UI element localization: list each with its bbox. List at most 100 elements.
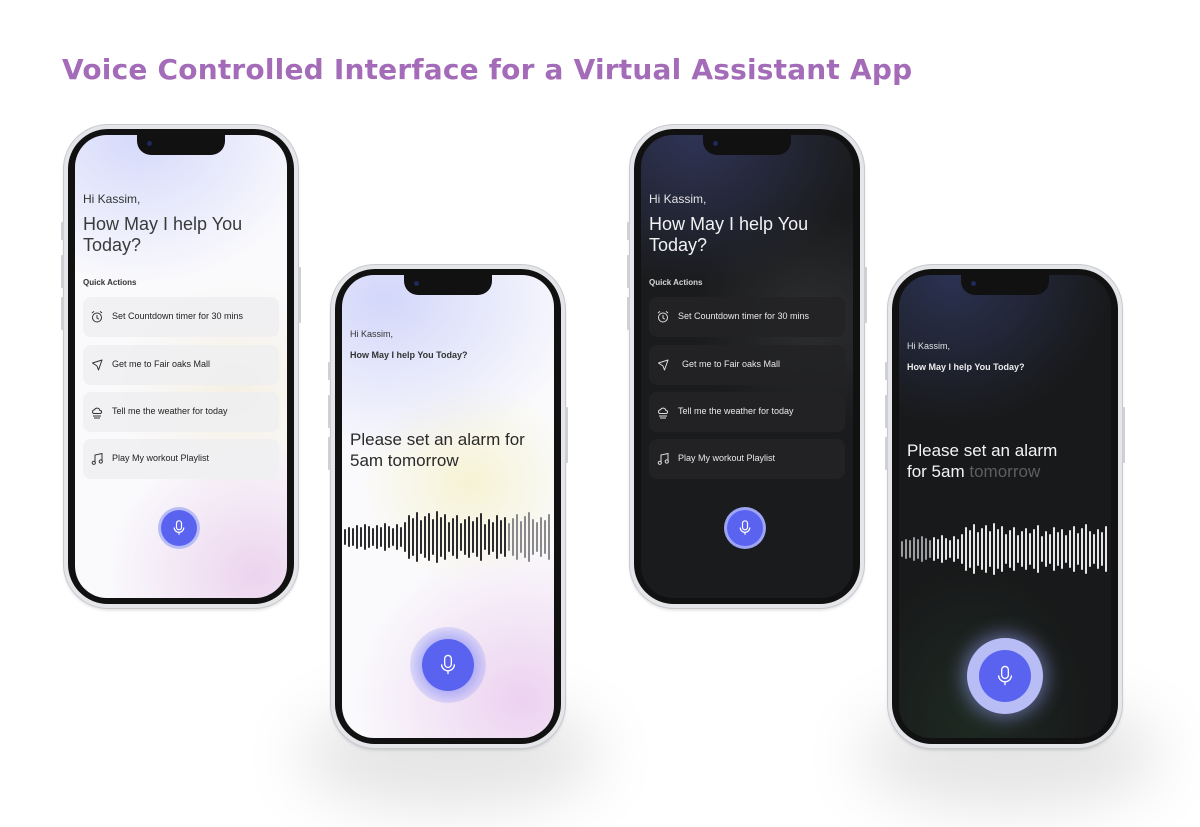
waveform-bar <box>540 517 542 557</box>
waveform-bar <box>384 523 386 551</box>
waveform-bar <box>949 540 951 558</box>
waveform-bar <box>1093 534 1095 564</box>
waveform-bar <box>528 512 530 562</box>
navigation-arrow-icon <box>658 359 669 371</box>
waveform-bar <box>512 518 514 556</box>
waveform-bar <box>901 541 903 557</box>
transcript-lead: for 5am <box>907 462 965 481</box>
waveform-bar <box>408 515 410 559</box>
waveform-bar <box>488 519 490 555</box>
quick-action-label: Play My workout Playlist <box>678 453 776 463</box>
waveform-bar <box>921 536 923 562</box>
microphone-icon <box>739 520 751 535</box>
navigation-arrow-icon <box>92 359 103 371</box>
waveform-bar <box>973 524 975 574</box>
greeting: Hi Kassim, <box>350 329 394 339</box>
waveform-bar <box>957 539 959 559</box>
waveform-bar <box>536 522 538 552</box>
waveform-bar <box>933 537 935 561</box>
waveform-bar <box>969 530 971 568</box>
quick-action-label: Get me to Fair oaks Mall <box>682 359 781 369</box>
waveform-bar <box>1033 529 1035 569</box>
waveform-bar <box>917 539 919 559</box>
weather-cloud-icon <box>658 407 669 419</box>
quick-action-playlist[interactable]: Play My workout Playlist <box>649 439 845 479</box>
waveform-bar <box>1021 531 1023 567</box>
mic-button[interactable] <box>979 650 1031 702</box>
waveform-bar <box>504 517 506 557</box>
waveform-bar <box>1001 526 1003 572</box>
waveform-bar <box>1037 525 1039 573</box>
phone-light-home: Hi Kassim, How May I help You Today? Qui… <box>61 125 301 608</box>
waveform-bar <box>492 522 494 552</box>
mic-button[interactable] <box>727 510 763 546</box>
waveform-bar <box>925 538 927 560</box>
waveform-bar <box>985 525 987 573</box>
waveform-bar <box>1041 536 1043 562</box>
waveform-bar <box>1085 524 1087 574</box>
waveform-bar <box>1081 528 1083 570</box>
page-title: Voice Controlled Interface for a Virtual… <box>62 53 913 86</box>
waveform-bar <box>424 516 426 558</box>
waveform-bar <box>356 525 358 549</box>
waveform-bar <box>436 511 438 563</box>
waveform-bar <box>472 521 474 553</box>
waveform-bar <box>1013 527 1015 571</box>
waveform-bar <box>953 536 955 562</box>
greeting: Hi Kassim, <box>649 192 707 206</box>
quick-actions-label: Quick Actions <box>83 278 137 287</box>
waveform-bar <box>965 527 967 571</box>
mic-button[interactable] <box>161 510 197 546</box>
waveform-bar <box>1009 530 1011 568</box>
waveform-bar <box>1065 535 1067 563</box>
alarm-clock-icon <box>657 311 669 323</box>
waveform-bar <box>456 515 458 559</box>
greeting: Hi Kassim, <box>83 192 141 206</box>
waveform-bar <box>1053 527 1055 571</box>
waveform-bar <box>929 540 931 558</box>
assistant-prompt: How May I help You Today? <box>83 214 243 255</box>
waveform-bar <box>484 524 486 550</box>
quick-action-directions[interactable]: Get me to Fair oaks Mall <box>83 345 279 385</box>
waveform-bar <box>460 523 462 551</box>
quick-action-directions[interactable]: Get me to Fair oaks Mall <box>649 345 845 385</box>
quick-action-label: Set Countdown timer for 30 mins <box>678 311 810 321</box>
waveform-bar <box>981 528 983 570</box>
waveform-bar <box>476 517 478 557</box>
waveform-bar <box>508 523 510 551</box>
quick-action-weather[interactable]: Tell me the weather for today <box>83 392 279 432</box>
quick-action-label: Play My workout Playlist <box>112 453 210 463</box>
quick-action-label: Tell me the weather for today <box>678 406 794 416</box>
waveform-bar <box>420 520 422 554</box>
quick-action-label: Get me to Fair oaks Mall <box>112 359 211 369</box>
waveform-bar <box>997 529 999 569</box>
screen-light-home: Hi Kassim, How May I help You Today? Qui… <box>75 135 287 598</box>
waveform-bar <box>1097 529 1099 569</box>
waveform-bar <box>364 524 366 550</box>
voice-transcript-line2: for 5am tomorrow <box>907 462 1040 482</box>
waveform-bar <box>909 540 911 558</box>
quick-action-timer[interactable]: Set Countdown timer for 30 mins <box>83 297 279 337</box>
waveform-bar <box>548 514 550 560</box>
transcript-fading: tomorrow <box>969 462 1041 481</box>
screen-light-listening: Hi Kassim, How May I help You Today? Ple… <box>342 275 554 738</box>
quick-action-timer[interactable]: Set Countdown timer for 30 mins <box>649 297 845 337</box>
voice-waveform <box>901 523 1109 575</box>
waveform-bar <box>1017 535 1019 563</box>
waveform-bar <box>360 527 362 547</box>
quick-action-weather[interactable]: Tell me the weather for today <box>649 392 845 432</box>
waveform-bar <box>1077 533 1079 565</box>
music-note-icon <box>657 452 669 465</box>
waveform-bar <box>544 520 546 554</box>
phone-dark-home: Hi Kassim, How May I help You Today? Qui… <box>627 125 867 608</box>
waveform-bar <box>404 522 406 552</box>
music-note-icon <box>91 452 103 465</box>
microphone-icon <box>440 654 456 675</box>
waveform-bar <box>905 539 907 559</box>
mic-button[interactable] <box>422 639 474 691</box>
waveform-bar <box>368 526 370 548</box>
quick-action-playlist[interactable]: Play My workout Playlist <box>83 439 279 479</box>
waveform-bar <box>376 525 378 549</box>
greeting: Hi Kassim, <box>907 341 951 351</box>
waveform-bar <box>432 519 434 555</box>
